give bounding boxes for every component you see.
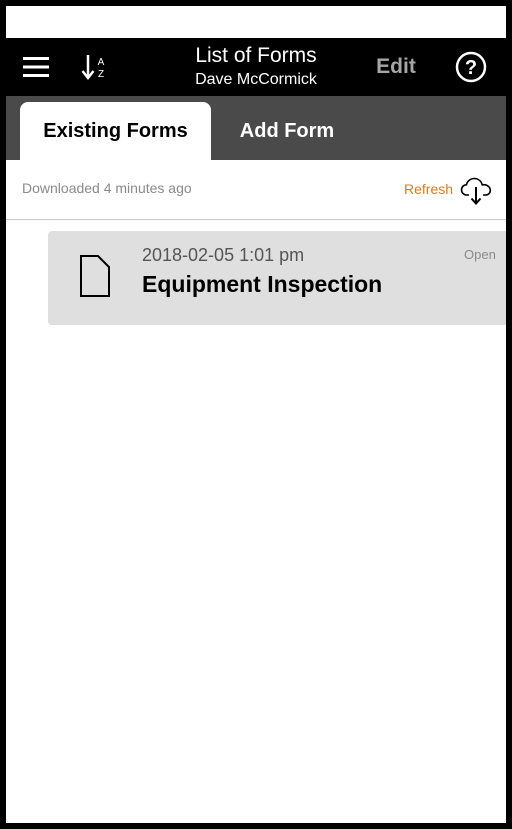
svg-text:Z: Z — [98, 69, 104, 80]
svg-text:A: A — [98, 57, 105, 68]
download-status-text: Downloaded 4 minutes ago — [22, 180, 192, 196]
sort-button[interactable]: A Z — [80, 50, 110, 84]
edit-button[interactable]: Edit — [366, 52, 426, 82]
menu-button[interactable] — [20, 52, 52, 82]
form-status-badge: Open — [464, 247, 496, 262]
tab-bar: Existing Forms Add Form — [6, 96, 506, 160]
tab-add-form[interactable]: Add Form — [221, 102, 353, 160]
tab-existing-forms[interactable]: Existing Forms — [20, 102, 211, 160]
sort-az-icon: A Z — [81, 55, 105, 81]
svg-text:?: ? — [465, 57, 477, 79]
menu-icon — [23, 57, 49, 77]
refresh-button[interactable]: Refresh — [402, 176, 494, 206]
form-list: 2018-02-05 1:01 pm Equipment Inspection … — [6, 221, 506, 823]
sync-info-bar: Downloaded 4 minutes ago Refresh — [6, 160, 506, 220]
help-button[interactable]: ? — [454, 50, 488, 84]
help-icon: ? — [455, 51, 487, 83]
app-screen: A Z List of Forms Dave McCormick Edit ? … — [6, 6, 506, 823]
form-title: Equipment Inspection — [142, 271, 383, 297]
status-bar — [6, 6, 506, 38]
page-title: List of Forms — [195, 44, 317, 67]
user-name: Dave McCormick — [195, 71, 317, 88]
document-icon — [80, 255, 110, 297]
refresh-label: Refresh — [404, 181, 454, 197]
cloud-download-icon — [460, 177, 492, 205]
navigation-bar: A Z List of Forms Dave McCormick Edit ? — [6, 38, 506, 96]
form-date: 2018-02-05 1:01 pm — [142, 245, 305, 265]
form-list-item[interactable]: 2018-02-05 1:01 pm Equipment Inspection … — [48, 231, 506, 325]
